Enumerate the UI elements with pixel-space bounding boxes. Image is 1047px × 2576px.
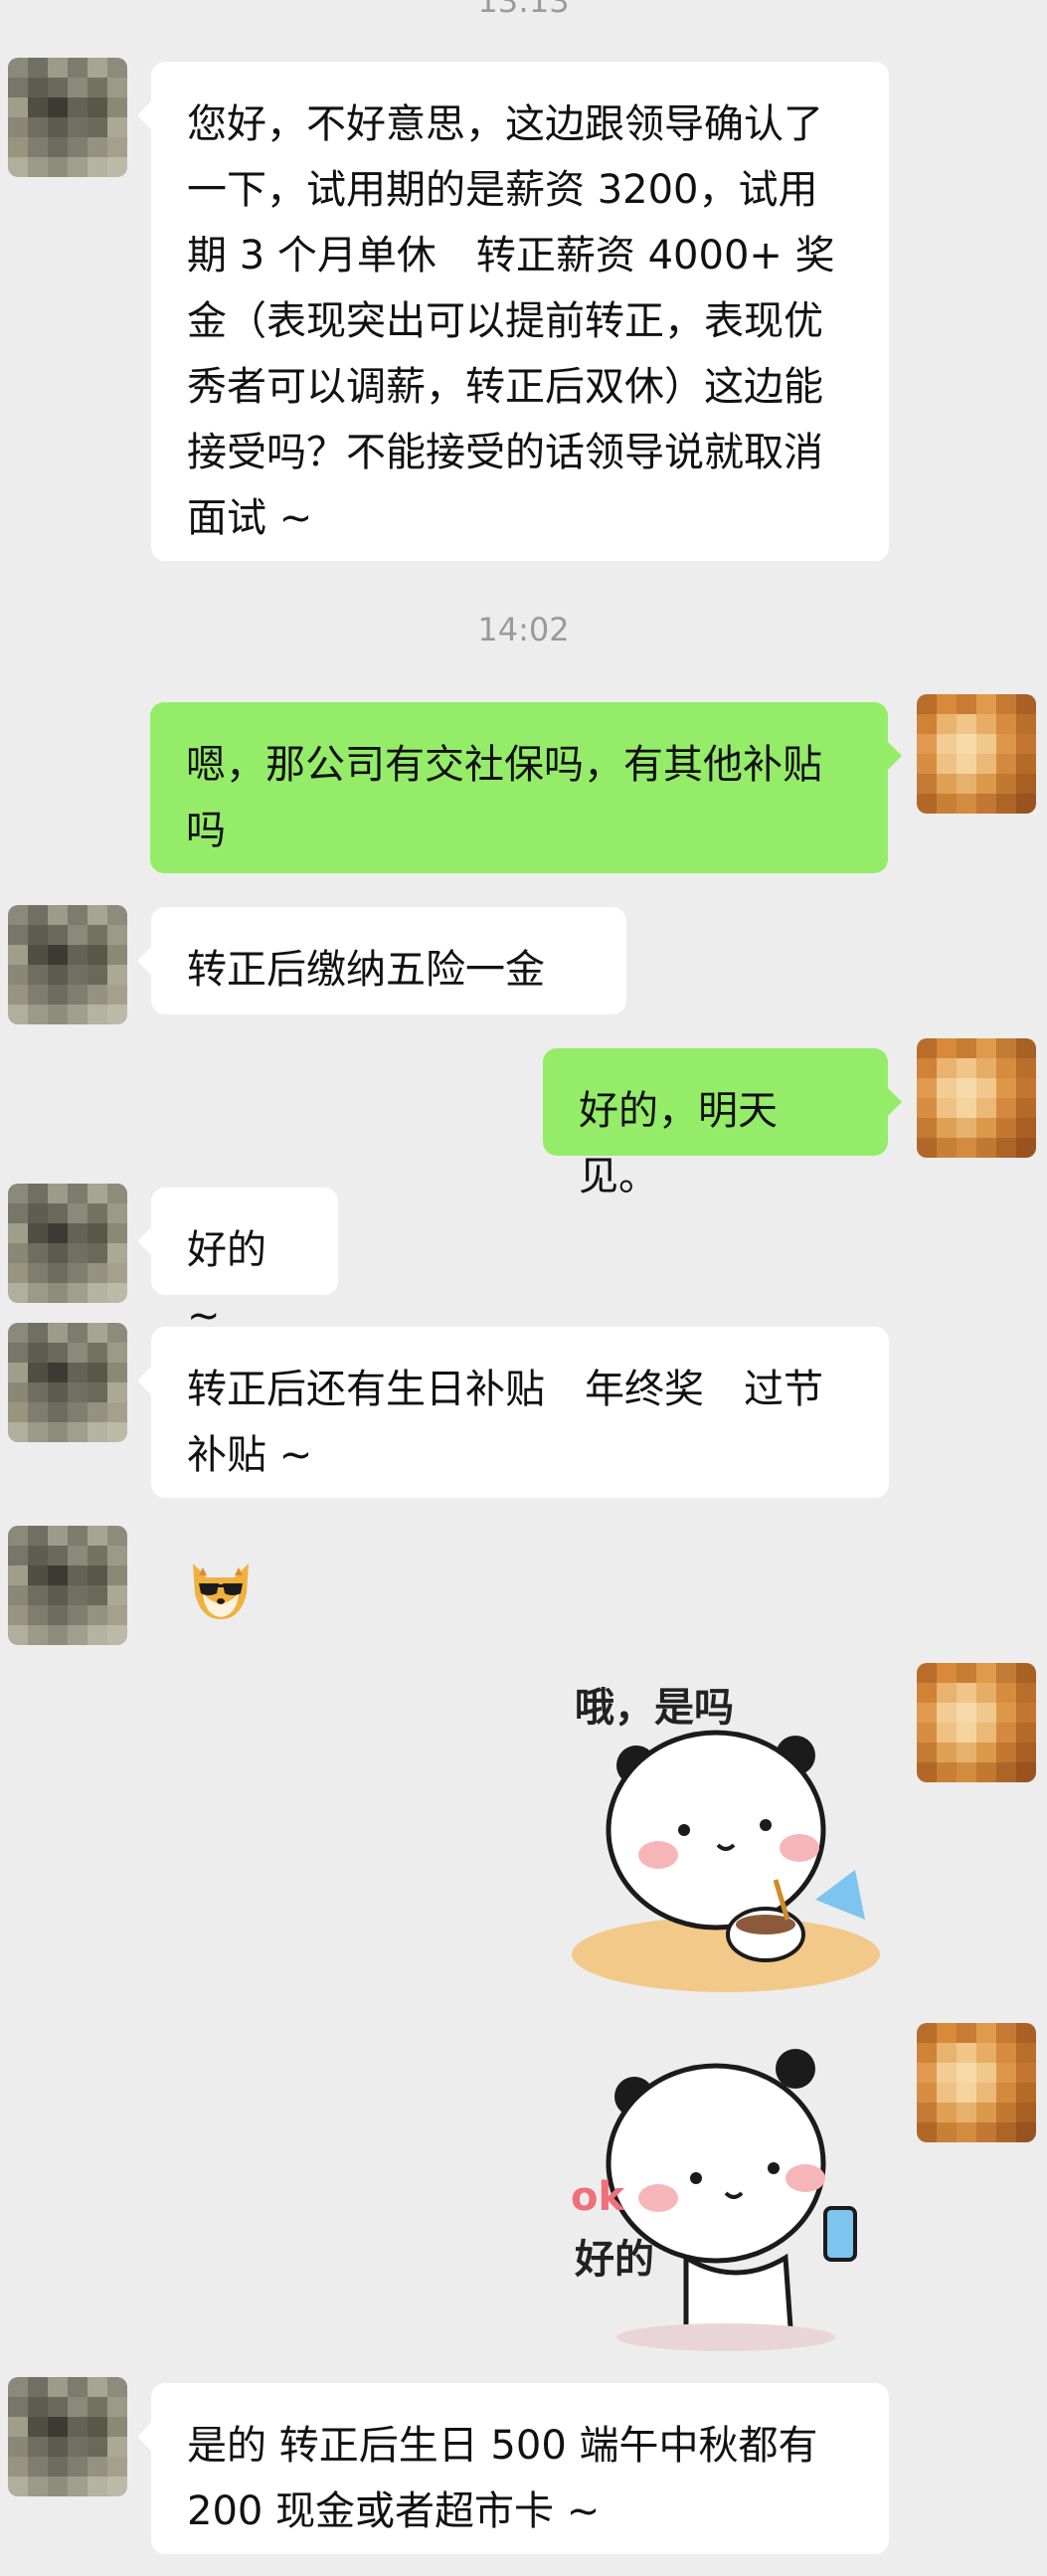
my-avatar[interactable] bbox=[917, 2023, 1036, 2142]
message-text: 嗯，那公司有交社保吗，有其他补贴吗 bbox=[186, 742, 822, 853]
message-bubble-incoming[interactable]: 您好，不好意思，这边跟领导确认了一下，试用期的是薪资 3200，试用期 3 个月… bbox=[137, 62, 889, 561]
message-bubble-incoming[interactable]: 是的 转正后生日 500 端午中秋都有 200 现金或者超市卡 ~ bbox=[137, 2383, 889, 2554]
sunglasses-doge-emoji[interactable] bbox=[181, 1554, 261, 1629]
contact-avatar[interactable] bbox=[8, 58, 127, 177]
contact-avatar[interactable] bbox=[8, 1184, 127, 1303]
my-avatar[interactable] bbox=[917, 1038, 1036, 1158]
contact-avatar[interactable] bbox=[8, 905, 127, 1024]
contact-avatar[interactable] bbox=[8, 1323, 127, 1442]
panda-ok-sticker[interactable]: ok 好的 bbox=[567, 2029, 885, 2357]
message-bubble-incoming[interactable]: 转正后还有生日补贴 年终奖 过节补贴 ~ bbox=[137, 1327, 889, 1498]
message-text: 转正后还有生日补贴 年终奖 过节补贴 ~ bbox=[187, 1367, 823, 1478]
timestamp: 14:02 bbox=[477, 611, 570, 648]
message-text: 好的 ~ bbox=[187, 1227, 266, 1339]
contact-avatar[interactable] bbox=[8, 1526, 127, 1645]
contact-avatar[interactable] bbox=[8, 2377, 127, 2496]
my-avatar[interactable] bbox=[917, 1663, 1036, 1782]
message-text: 是的 转正后生日 500 端午中秋都有 200 现金或者超市卡 ~ bbox=[187, 2423, 818, 2534]
message-bubble-incoming[interactable]: 好的 ~ bbox=[137, 1188, 338, 1339]
sticker-caption-ok: ok bbox=[571, 2174, 625, 2220]
message-bubble-outgoing[interactable]: 好的，明天见。 bbox=[543, 1048, 902, 1199]
message-bubble-incoming[interactable]: 转正后缴纳五险一金 bbox=[137, 907, 626, 1014]
panda-oh-really-sticker[interactable]: 哦，是吗 bbox=[567, 1671, 885, 1999]
sticker-caption: 好的 bbox=[574, 2237, 654, 2283]
my-avatar[interactable] bbox=[917, 694, 1036, 814]
message-text: 您好，不好意思，这边跟领导确认了一下，试用期的是薪资 3200，试用期 3 个月… bbox=[187, 101, 835, 541]
timestamp-top: 13:13 bbox=[477, 0, 570, 20]
message-text: 好的，明天见。 bbox=[579, 1088, 778, 1199]
sticker-caption: 哦，是吗 bbox=[575, 1685, 734, 1731]
message-bubble-outgoing[interactable]: 嗯，那公司有交社保吗，有其他补贴吗 bbox=[150, 702, 902, 873]
message-text: 转正后缴纳五险一金 bbox=[187, 947, 545, 993]
